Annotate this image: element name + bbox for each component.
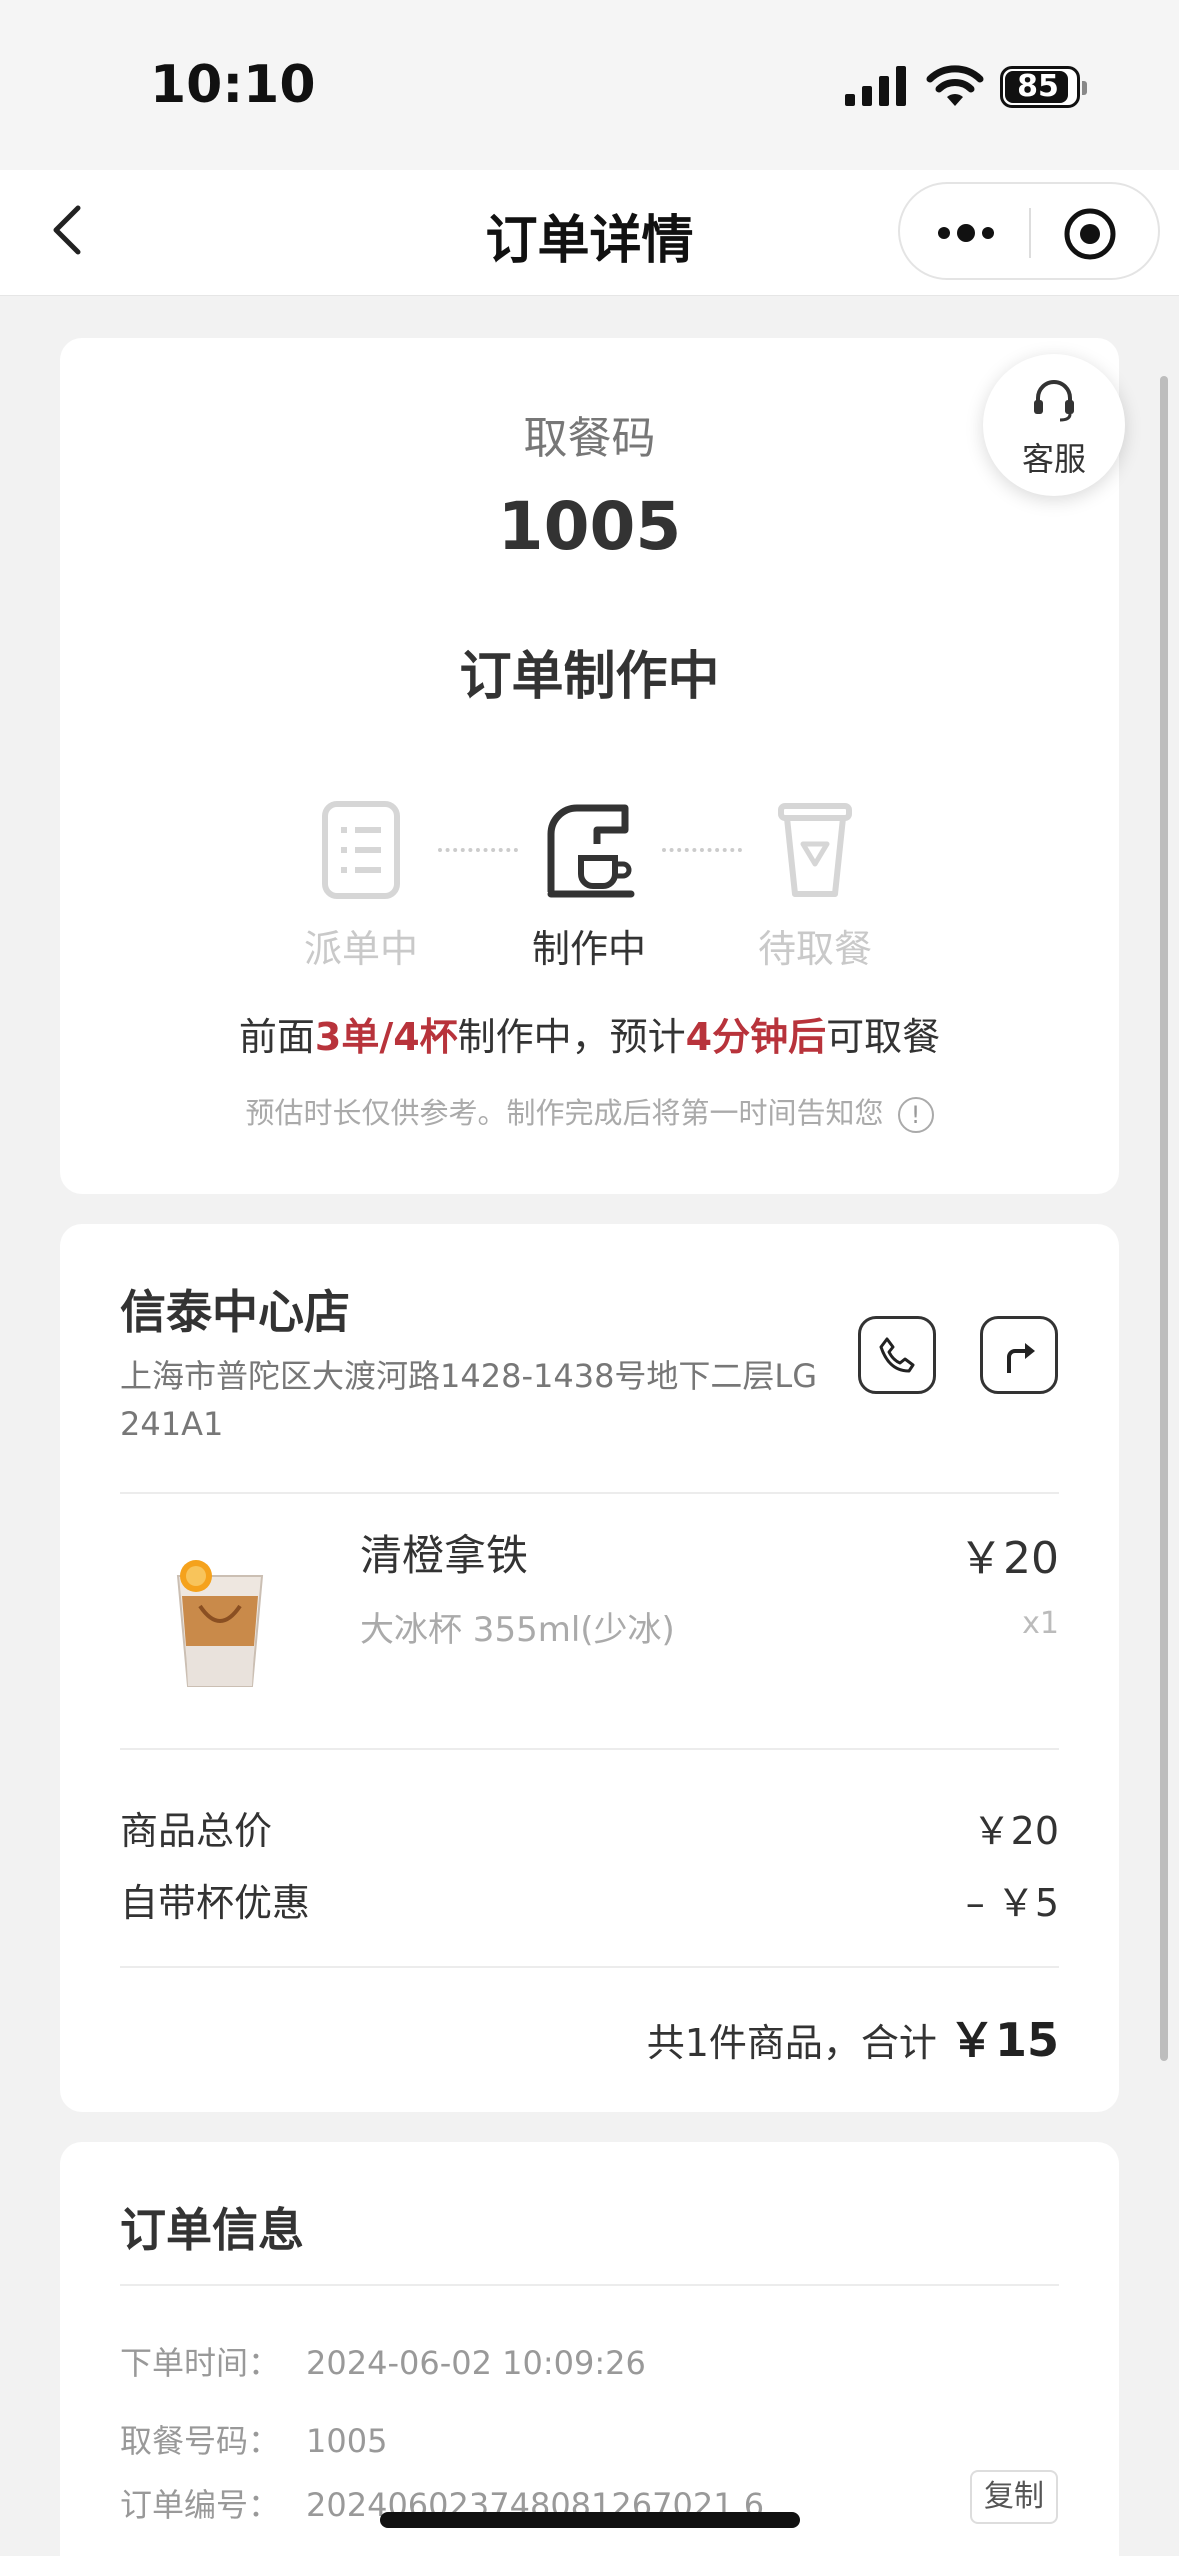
info-icon[interactable]: ! — [897, 1097, 934, 1133]
store-order-card: 信泰中心店 上海市普陀区大渡河路1428-1438号地下二层LG 241A1 清… — [60, 1224, 1119, 2112]
cellular-signal-icon — [845, 66, 906, 106]
status-time: 10:10 — [150, 55, 316, 115]
eta: 4分钟后 — [685, 1015, 827, 1059]
product-price: ￥20 — [959, 1533, 1059, 1584]
close-miniprogram-icon[interactable] — [1062, 206, 1118, 262]
navigate-button[interactable] — [980, 1316, 1058, 1394]
phone-icon — [879, 1337, 915, 1373]
copy-order-number-button[interactable]: 复制 — [970, 2470, 1058, 2524]
battery-level: 85 — [1017, 69, 1059, 104]
coffee-machine-icon — [547, 804, 635, 898]
scrollbar[interactable] — [1160, 376, 1168, 2061]
step-label: 待取餐 — [757, 927, 872, 971]
total-amount: ￥15 — [948, 2013, 1059, 2067]
home-indicator[interactable] — [380, 2512, 800, 2528]
battery-icon: 85 — [1000, 66, 1087, 108]
order-info-card: 订单信息 下单时间： 2024-06-02 10:09:26 取餐号码： 1005 … — [60, 2142, 1119, 2556]
queue-status: 前面3单/4杯制作中，预计4分钟后可取餐 — [238, 1015, 941, 1059]
own-cup-discount-label: 自带杯优惠 — [120, 1881, 311, 1925]
product-quantity: x1 — [1022, 1606, 1059, 1641]
step-making: 制作中 — [494, 800, 684, 971]
cup-icon — [778, 803, 852, 897]
product-image — [176, 1560, 264, 1687]
step-label: 制作中 — [531, 927, 646, 971]
queue-count: 3单/4杯 — [314, 1015, 458, 1059]
clipboard-icon — [322, 801, 400, 899]
order-time-row: 下单时间： 2024-06-02 10:09:26 — [120, 2344, 646, 2382]
pickup-code: 1005 — [497, 488, 682, 565]
divider — [120, 1492, 1059, 1494]
status-bar: 10:10 85 — [0, 0, 1179, 170]
product-spec: 大冰杯 355ml(少冰) — [360, 1610, 675, 1650]
step-ready: 待取餐 — [720, 800, 910, 971]
store-address: 上海市普陀区大渡河路1428-1438号地下二层LG 241A1 — [120, 1357, 818, 1443]
subtotal-value: ￥20 — [972, 1809, 1059, 1853]
own-cup-discount-value: – ￥5 — [965, 1881, 1059, 1925]
subtotal-label: 商品总价 — [120, 1809, 273, 1853]
order-status: 订单制作中 — [459, 647, 720, 707]
call-store-button[interactable] — [858, 1316, 936, 1394]
step-label: 派单中 — [303, 927, 418, 971]
pickup-number-row: 取餐号码： 1005 — [120, 2422, 388, 2460]
order-info-title: 订单信息 — [120, 2203, 304, 2257]
divider — [120, 1748, 1059, 1750]
product-name: 清橙拿铁 — [360, 1531, 529, 1580]
eta-note: 预估时长仅供参考。制作完成后将第一时间告知您! — [60, 1090, 1119, 1133]
order-total: 共1件商品，合计 ￥15 — [646, 2013, 1059, 2067]
nav-bar: 订单详情 — [0, 170, 1179, 296]
navigation-icon — [1007, 1343, 1035, 1373]
pickup-code-label: 取餐码 — [523, 413, 656, 464]
pickup-card: 客服 取餐码 1005 订单制作中 派单中 制作中 待取餐 前面3单/4杯制作中… — [60, 338, 1125, 1194]
wifi-icon — [926, 65, 984, 106]
store-name: 信泰中心店 — [120, 1285, 350, 1339]
step-dispatching: 派单中 — [266, 800, 456, 971]
divider — [120, 1966, 1059, 1968]
more-icon[interactable] — [934, 214, 998, 252]
miniprogram-capsule — [898, 182, 1160, 280]
divider — [120, 2284, 1059, 2286]
